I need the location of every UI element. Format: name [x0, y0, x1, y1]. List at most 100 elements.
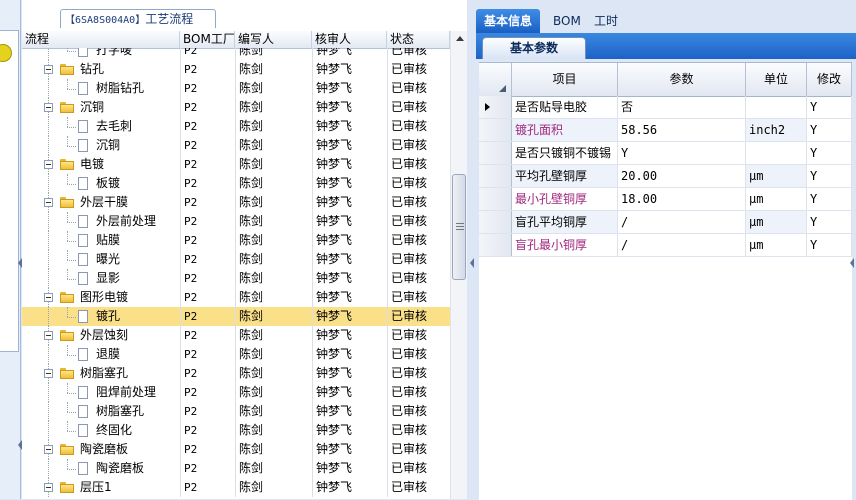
tree-row[interactable]: 陶瓷磨板 P2 陈剑 钟梦飞 已审核	[22, 440, 450, 459]
param-modify-cell[interactable]: Y	[807, 188, 852, 210]
param-item-cell[interactable]: 盲孔平均铜厚	[512, 211, 618, 233]
column-header-reviewer[interactable]: 核审人	[312, 31, 387, 48]
collapse-splitter-icon[interactable]	[470, 258, 474, 268]
param-item-cell[interactable]: 是否只镀铜不镀锡	[512, 142, 618, 164]
param-unit-cell[interactable]	[746, 142, 807, 164]
tree-row[interactable]: 显影 P2 陈剑 钟梦飞 已审核	[22, 269, 450, 288]
param-value-cell[interactable]: 58.56	[618, 119, 746, 141]
tree-row[interactable]: 陶瓷磨板 P2 陈剑 钟梦飞 已审核	[22, 459, 450, 478]
tab-bom[interactable]: BOM	[545, 9, 589, 33]
collapse-node-icon[interactable]	[44, 198, 53, 207]
tree-row[interactable]: 去毛刺 P2 陈剑 钟梦飞 已审核	[22, 117, 450, 136]
tree-row[interactable]: 外层蚀刻 P2 陈剑 钟梦飞 已审核	[22, 326, 450, 345]
reviewer-cell: 钟梦飞	[316, 100, 353, 114]
tree-row[interactable]: 终固化 P2 陈剑 钟梦飞 已审核	[22, 421, 450, 440]
column-header-process[interactable]: 流程	[22, 31, 180, 48]
tab-basic-info[interactable]: 基本信息	[476, 9, 541, 33]
tree-row[interactable]: 钻孔 P2 陈剑 钟梦飞 已审核	[22, 60, 450, 79]
row-header[interactable]	[479, 96, 512, 118]
panel-splitter[interactable]	[467, 0, 476, 499]
tree-row[interactable]: 阻焊前处理 P2 陈剑 钟梦飞 已审核	[22, 383, 450, 402]
tree-row[interactable]: 树脂塞孔 P2 陈剑 钟梦飞 已审核	[22, 364, 450, 383]
tree-row[interactable]: 打字唛 P2 陈剑 钟梦飞 已审核	[22, 48, 450, 60]
column-header-bom-factory[interactable]: BOM工厂	[180, 31, 235, 48]
param-item-cell[interactable]: 盲孔最小铜厚	[512, 234, 618, 256]
param-value-cell[interactable]: Y	[618, 142, 746, 164]
param-unit-cell[interactable]: μm	[746, 188, 807, 210]
tab-basic-params[interactable]: 基本参数	[482, 37, 586, 59]
column-divider	[180, 288, 181, 307]
tree-row[interactable]: 退膜 P2 陈剑 钟梦飞 已审核	[22, 345, 450, 364]
collapse-node-icon[interactable]	[44, 293, 53, 302]
params-row[interactable]: 是否贴导电胶否 Y	[479, 96, 852, 119]
column-header-status[interactable]: 状态	[387, 31, 450, 48]
param-modify-cell[interactable]: Y	[807, 96, 852, 118]
param-value-cell[interactable]: 20.00	[618, 165, 746, 187]
collapse-node-icon[interactable]	[44, 331, 53, 340]
column-header-value[interactable]: 参数	[618, 63, 746, 96]
row-header[interactable]	[479, 188, 512, 210]
param-item-cell[interactable]: 平均孔壁铜厚	[512, 165, 618, 187]
param-modify-cell[interactable]: Y	[807, 165, 852, 187]
params-row[interactable]: 盲孔最小铜厚 / μm Y	[479, 234, 852, 257]
param-item-cell[interactable]: 是否贴导电胶	[512, 96, 618, 118]
param-modify-cell[interactable]: Y	[807, 142, 852, 164]
tree-row[interactable]: 外层干膜 P2 陈剑 钟梦飞 已审核	[22, 193, 450, 212]
tree-row[interactable]: 沉铜 P2 陈剑 钟梦飞 已审核	[22, 98, 450, 117]
process-document-tab[interactable]: 【6SA8S004A0】工艺流程	[60, 9, 216, 28]
tree-row[interactable]: 曝光 P2 陈剑 钟梦飞 已审核	[22, 250, 450, 269]
param-unit-cell[interactable]: μm	[746, 211, 807, 233]
tree-row[interactable]: 图形电镀 P2 陈剑 钟梦飞 已审核	[22, 288, 450, 307]
writer-cell: 陈剑	[239, 81, 264, 95]
param-item-cell[interactable]: 最小孔壁铜厚	[512, 188, 618, 210]
collapse-node-icon[interactable]	[44, 445, 53, 454]
param-value-cell[interactable]: /	[618, 211, 746, 233]
param-value-cell[interactable]: 18.00	[618, 188, 746, 210]
collapse-node-icon[interactable]	[44, 160, 53, 169]
scrollbar-thumb[interactable]	[452, 174, 466, 280]
collapse-right-icon[interactable]	[850, 258, 854, 268]
collapse-node-icon[interactable]	[44, 65, 53, 74]
params-row[interactable]: 平均孔壁铜厚 20.00 μm Y	[479, 165, 852, 188]
tree-row[interactable]: 树脂钻孔 P2 陈剑 钟梦飞 已审核	[22, 79, 450, 98]
param-item-cell[interactable]: 镀孔面积	[512, 119, 618, 141]
collapse-node-icon[interactable]	[44, 483, 53, 492]
param-modify-cell[interactable]: Y	[807, 119, 852, 141]
param-unit-cell[interactable]	[746, 96, 807, 118]
column-header-modify[interactable]: 修改	[807, 63, 852, 96]
collapse-node-icon[interactable]	[44, 369, 53, 378]
param-unit-cell[interactable]: μm	[746, 165, 807, 187]
scroll-up-arrow-icon[interactable]	[451, 31, 468, 46]
row-header[interactable]	[479, 211, 512, 233]
param-modify-cell[interactable]: Y	[807, 211, 852, 233]
params-row[interactable]: 是否只镀铜不镀锡 Y Y	[479, 142, 852, 165]
tree-row[interactable]: 外层前处理 P2 陈剑 钟梦飞 已审核	[22, 212, 450, 231]
param-modify-cell[interactable]: Y	[807, 234, 852, 256]
tree-row[interactable]: 电镀 P2 陈剑 钟梦飞 已审核	[22, 155, 450, 174]
tab-work-hours[interactable]: 工时	[586, 9, 626, 33]
row-header[interactable]	[479, 165, 512, 187]
collapse-node-icon[interactable]	[44, 103, 53, 112]
tree-row[interactable]: 树脂塞孔 P2 陈剑 钟梦飞 已审核	[22, 402, 450, 421]
folder-icon	[60, 159, 74, 170]
writer-cell: 陈剑	[239, 271, 264, 285]
params-row[interactable]: 镀孔面积 58.56 inch2 Y	[479, 119, 852, 142]
param-value-cell[interactable]: /	[618, 234, 746, 256]
param-unit-cell[interactable]: μm	[746, 234, 807, 256]
tree-row[interactable]: 层压1 P2 陈剑 钟梦飞 已审核	[22, 478, 450, 497]
row-header[interactable]	[479, 234, 512, 256]
tree-row[interactable]: 贴膜 P2 陈剑 钟梦飞 已审核	[22, 231, 450, 250]
param-unit-cell[interactable]: inch2	[746, 119, 807, 141]
row-header[interactable]	[479, 142, 512, 164]
tree-row[interactable]: 沉铜 P2 陈剑 钟梦飞 已审核	[22, 136, 450, 155]
row-header[interactable]	[479, 119, 512, 141]
tree-row[interactable]: 板镀 P2 陈剑 钟梦飞 已审核	[22, 174, 450, 193]
column-header-item[interactable]: 项目	[512, 63, 618, 96]
column-header-writer[interactable]: 编写人	[235, 31, 312, 48]
column-header-unit[interactable]: 单位	[746, 63, 807, 96]
params-row[interactable]: 最小孔壁铜厚 18.00 μm Y	[479, 188, 852, 211]
tree-scrollbar[interactable]	[450, 31, 468, 499]
params-row[interactable]: 盲孔平均铜厚 / μm Y	[479, 211, 852, 234]
param-value-cell[interactable]: 否	[618, 96, 746, 118]
tree-row[interactable]: 镀孔 P2 陈剑 钟梦飞 已审核	[22, 307, 450, 326]
